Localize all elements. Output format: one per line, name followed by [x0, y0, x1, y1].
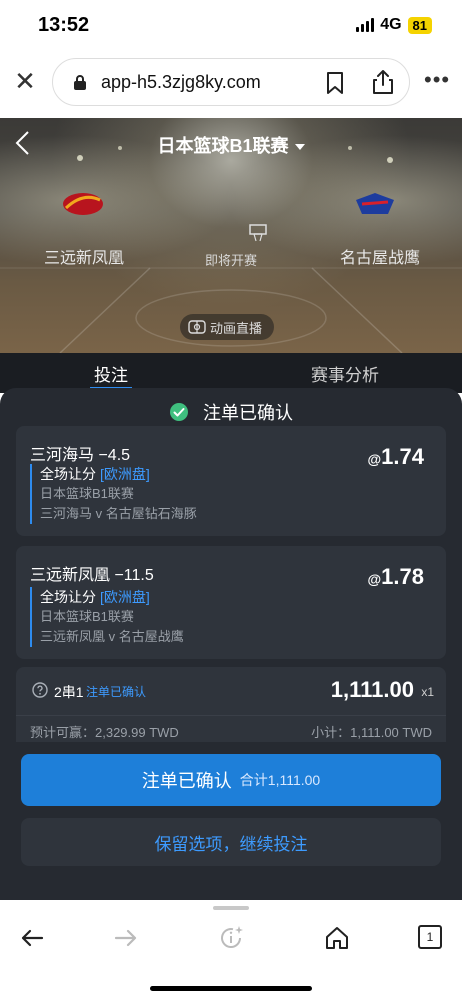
- selection-detail: 全场让分 [欧洲盘] 日本篮球B1联赛 三远新凤凰 v 名古屋战鹰: [30, 587, 184, 647]
- keep-selections-label: 保留选项，继续投注: [154, 834, 308, 854]
- divider: [16, 715, 446, 716]
- network-type: 4G: [380, 16, 402, 33]
- status-bar: 13:52 4G 81: [0, 0, 462, 50]
- bet-selection-card: 三河海马 −4.5 @1.74 全场让分 [欧洲盘] 日本篮球B1联赛 三河海马 …: [16, 426, 446, 536]
- league-name: 日本篮球B1联赛: [40, 609, 134, 624]
- home-icon[interactable]: [323, 924, 351, 952]
- close-icon[interactable]: ✕: [12, 68, 38, 94]
- tab-bet[interactable]: 投注: [94, 361, 128, 386]
- battery-icon: 81: [407, 16, 432, 34]
- bet-confirmed-label: 注单已确认: [141, 771, 232, 791]
- market-type: [欧洲盘]: [100, 589, 150, 605]
- lock-icon: [74, 75, 86, 90]
- match-status: 即将开赛: [204, 253, 257, 268]
- more-icon[interactable]: •••: [424, 69, 450, 91]
- selection-name: 三河海马 −4.5: [30, 447, 131, 464]
- fixture-name: 三河海马 v 名古屋钻石海豚: [40, 506, 197, 521]
- home-team-logo: [63, 193, 103, 215]
- parlay-summary: 2串1 注单已确认 1,111.00 x1 预计可赢：2,329.99 TWD …: [16, 667, 446, 742]
- animation-live-label: 动画直播: [210, 320, 263, 336]
- potential-win: 预计可赢：2,329.99 TWD: [30, 725, 179, 740]
- betslip-sheet: 注单已确认 三河海马 −4.5 @1.74 全场让分 [欧洲盘] 日本篮球B1联赛…: [0, 388, 462, 900]
- court-icon: [188, 320, 206, 334]
- league-name: 日本篮球B1联赛: [40, 486, 134, 501]
- parlay-status: 注单已确认: [86, 685, 147, 699]
- check-circle-icon: [170, 403, 188, 421]
- url-text: app-h5.3zjg8ky.com: [101, 72, 261, 92]
- info-sparkle-icon[interactable]: [218, 924, 246, 952]
- selection-name: 三远新凤凰 −11.5: [30, 567, 154, 584]
- selection-detail: 全场让分 [欧洲盘] 日本篮球B1联赛 三河海马 v 名古屋钻石海豚: [30, 464, 197, 524]
- betslip-header: 注单已确认: [0, 399, 462, 425]
- league-title: 日本篮球B1联赛: [157, 136, 289, 156]
- away-team-logo: [356, 193, 394, 214]
- stake-amount: 1,111.00: [330, 677, 414, 702]
- tab-analysis[interactable]: 赛事分析: [311, 361, 379, 386]
- page: 13:52 4G 81 ✕ app-h5.3zjg8ky.com ••• 日本篮…: [0, 0, 462, 1000]
- bookmark-icon[interactable]: [325, 71, 345, 95]
- selection-odds: @1.74: [367, 444, 424, 469]
- bet-confirmed-button[interactable]: 注单已确认 合计1,111.00: [21, 754, 441, 806]
- market-name: 全场让分 [欧洲盘]: [40, 589, 150, 605]
- animation-live-button[interactable]: 动画直播: [180, 314, 274, 340]
- tab-bar: 投注 赛事分析: [0, 353, 462, 393]
- market-type: [欧洲盘]: [100, 466, 150, 482]
- stake-multiplier: x1: [421, 685, 434, 699]
- signal-icon: [356, 18, 375, 32]
- league-selector[interactable]: 日本篮球B1联赛: [0, 132, 462, 158]
- status-indicators: 4G 81: [356, 16, 432, 34]
- betslip-title: 注单已确认: [203, 403, 293, 423]
- caret-down-icon: [294, 144, 305, 151]
- bet-total: 合计1,111.00: [239, 772, 321, 788]
- browser-toolbar: 1: [0, 900, 462, 1000]
- basketball-hoop-icon: [249, 224, 267, 242]
- selection-odds: @1.78: [367, 564, 424, 589]
- parlay-type: 2串1: [54, 684, 84, 700]
- url-field[interactable]: app-h5.3zjg8ky.com: [52, 58, 410, 106]
- forward-arrow-icon[interactable]: [112, 924, 140, 952]
- back-arrow-icon[interactable]: [18, 924, 46, 952]
- tabs-count-icon[interactable]: 1: [418, 925, 442, 949]
- match-header: 日本篮球B1联赛 三远新凤凰 名古屋战鹰 即将开赛 动画直播: [0, 118, 462, 353]
- keep-selections-button[interactable]: 保留选项，继续投注: [21, 818, 441, 866]
- browser-address-bar: ✕ app-h5.3zjg8ky.com •••: [0, 50, 462, 118]
- share-icon[interactable]: [371, 69, 395, 95]
- status-time: 13:52: [38, 14, 90, 36]
- drag-handle[interactable]: [213, 906, 249, 910]
- fixture-name: 三远新凤凰 v 名古屋战鹰: [40, 629, 184, 644]
- market-name: 全场让分 [欧洲盘]: [40, 466, 150, 482]
- help-icon[interactable]: [32, 682, 48, 698]
- subtotal: 小计：1,111.00 TWD: [311, 725, 432, 740]
- bet-selection-card: 三远新凤凰 −11.5 @1.78 全场让分 [欧洲盘] 日本篮球B1联赛 三远新…: [16, 546, 446, 659]
- home-indicator: [150, 986, 312, 991]
